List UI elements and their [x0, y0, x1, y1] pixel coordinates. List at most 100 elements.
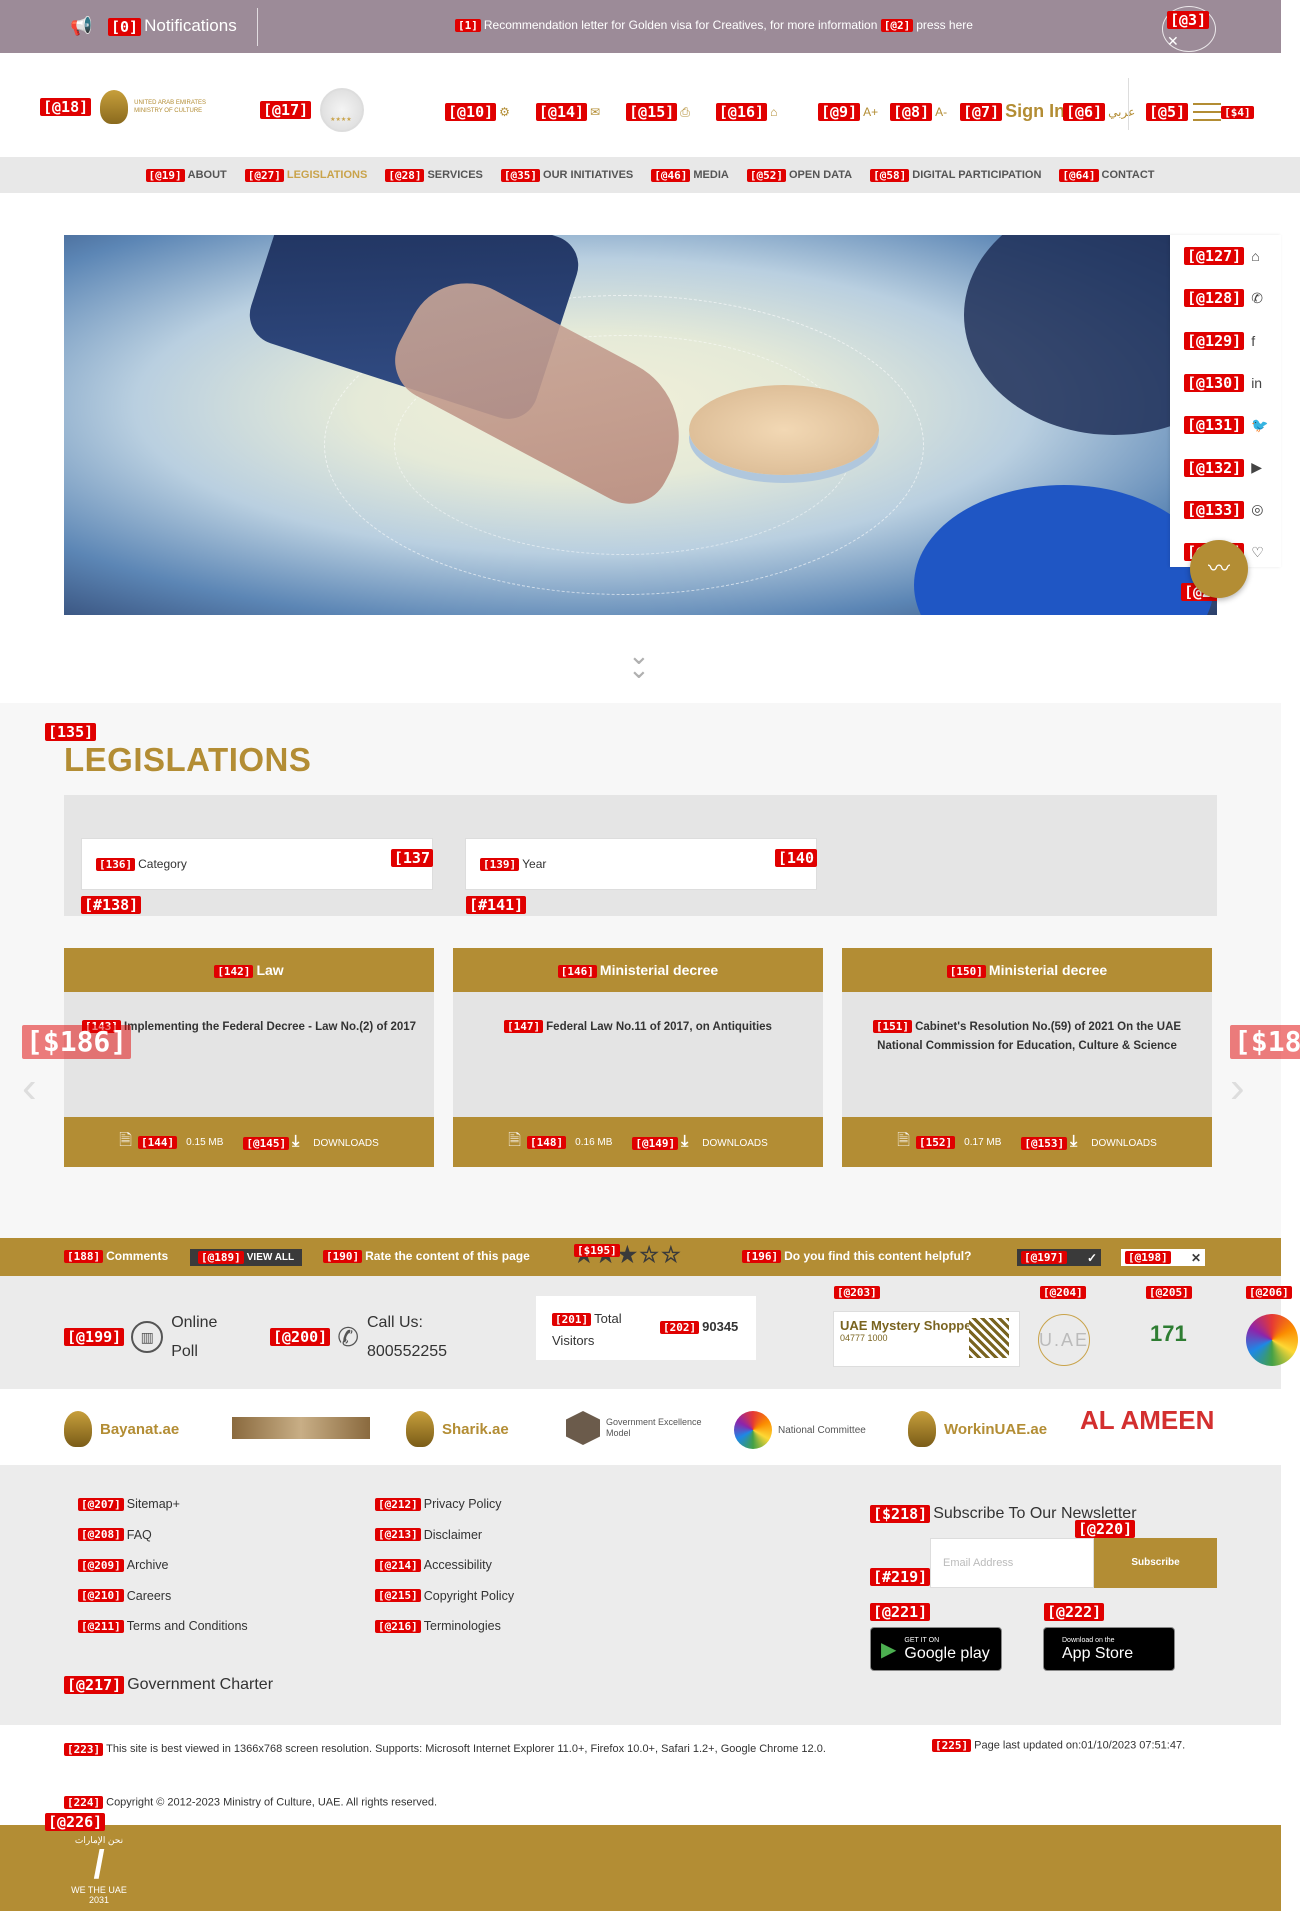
carousel-prev-button[interactable]: [$186] ‹	[22, 1025, 132, 1113]
social-sidebar: [@127] ⌂ [@128] ✆ [@129] f [@130] in [@131] 🐦 [@13…	[1170, 235, 1281, 567]
tawasul-171-link[interactable]: 171	[1150, 1321, 1187, 1347]
email-input[interactable]: Email Address	[930, 1538, 1094, 1588]
helpful-no-button[interactable]: [@198] ✕	[1121, 1249, 1205, 1266]
youtube-icon: ▶	[1251, 459, 1262, 475]
press-here-link[interactable]: press here	[916, 18, 973, 32]
nav-item-open-data[interactable]: [@52] OPEN DATA	[746, 168, 852, 182]
stars-rating-logo[interactable]: [@17]	[260, 88, 365, 132]
divider	[257, 8, 258, 46]
menu-button[interactable]: [@5] [$4]	[1146, 103, 1257, 121]
facebook-icon: f	[1251, 332, 1256, 349]
home-button[interactable]: [@16] ⌂	[715, 103, 777, 121]
footer-link-careers[interactable]: [@210] Careers	[78, 1581, 248, 1612]
footer-link-copyright-policy[interactable]: [@215] Copyright Policy	[375, 1581, 514, 1612]
government-charter-link[interactable]: [@217] Government Charter	[64, 1676, 273, 1694]
social-link-phone[interactable]: [@128] ✆	[1184, 289, 1274, 308]
nav-item-about[interactable]: [@19] ABOUT	[145, 168, 227, 182]
year-select[interactable]: [139] Year [140	[465, 838, 817, 890]
font-increase-button[interactable]: [@9] A+	[818, 103, 878, 121]
uae-portal-link[interactable]: U.AE	[1038, 1314, 1090, 1366]
mohammed-bin-rashid-link[interactable]	[232, 1417, 370, 1439]
ministry-logo[interactable]: [@18] UNITED ARAB EMIRATES MINISTRY OF C…	[40, 90, 214, 124]
nav-item-legislations[interactable]: [@27] LEGISLATIONS	[244, 168, 367, 182]
app-store-button[interactable]: Download on the App Store	[1043, 1627, 1175, 1671]
scroll-down-icon[interactable]: ⌄ ⌄	[628, 642, 650, 682]
bottom-band: [@226] نحن الإمارات / WE THE UAE 2031	[0, 1813, 1281, 1911]
bayanat-link[interactable]: Bayanat.ae	[64, 1411, 179, 1447]
star-icon[interactable]: ☆	[661, 1242, 683, 1267]
workinuae-link[interactable]: WorkinUAE.ae	[908, 1411, 1047, 1447]
accessibility-assistant-button[interactable]: 〰	[1190, 540, 1248, 598]
download-icon: ⤓	[292, 1133, 300, 1150]
social-link-instagram[interactable]: [@133] ◎	[1184, 500, 1274, 519]
sharik-link[interactable]: Sharik.ae	[406, 1411, 509, 1447]
subscribe-button[interactable]: Subscribe	[1094, 1538, 1217, 1588]
file-size: 0.17 MB	[964, 1136, 1002, 1148]
helpful-yes-button[interactable]: [@197] ✓	[1017, 1249, 1101, 1266]
partner-ring-link[interactable]	[1246, 1314, 1298, 1366]
nav-item-digital-participation[interactable]: [@58] DIGITAL PARTICIPATION	[870, 168, 1041, 182]
social-link-twitter[interactable]: [@131] 🐦	[1184, 416, 1274, 435]
card-title[interactable]: [147] Federal Law No.11 of 2017, on Antiq…	[453, 992, 823, 1117]
qr-code-icon	[969, 1318, 1009, 1358]
play-icon: ▶	[881, 1638, 897, 1661]
legislation-card[interactable]: [146] Ministerial decree [147] Federal Law …	[453, 948, 823, 1167]
star-icon[interactable]: ★	[617, 1242, 639, 1267]
home-icon: ⌂	[1251, 248, 1260, 264]
category-select[interactable]: [136] Category [137	[81, 838, 433, 890]
copyright-text: [224] Copyright © 2012-2023 Ministry of C…	[64, 1796, 437, 1809]
download-button[interactable]: [@153] ⤓ DOWNLOADS	[1021, 1133, 1157, 1151]
mystery-shopper-link[interactable]: UAE Mystery Shopper 04777 1000	[833, 1311, 1020, 1367]
star-icon[interactable]: ☆	[639, 1242, 661, 1267]
nav-item-media[interactable]: [@46] MEDIA	[651, 168, 729, 182]
settings-button[interactable]: [@10] ⚙	[445, 103, 510, 121]
carousel-next-button[interactable]: [$18 ›	[1230, 1025, 1300, 1113]
phone-icon: ✆	[1251, 289, 1263, 306]
document-icon: 🗎	[897, 1131, 911, 1149]
social-link-home[interactable]: [@127] ⌂	[1184, 247, 1274, 265]
we-the-uae-2031-logo[interactable]: نحن الإمارات / WE THE UAE 2031	[64, 1835, 134, 1905]
footer-link-sitemap[interactable]: [@207] Sitemap+	[78, 1489, 248, 1520]
site-header: [@18] UNITED ARAB EMIRATES MINISTRY OF C…	[0, 53, 1281, 157]
sign-in-button[interactable]: [@7] Sign In	[960, 101, 1065, 122]
footer-link-archive[interactable]: [@209] Archive	[78, 1550, 248, 1581]
email-button[interactable]: [@14] ✉	[535, 103, 600, 121]
view-all-button[interactable]: [@189] VIEW ALL	[190, 1249, 303, 1266]
card-type: [142] Law	[64, 948, 434, 992]
star-rating[interactable]: [$195]★★★☆☆	[574, 1242, 683, 1268]
online-poll-link[interactable]: [@199] ▥ Online Poll	[64, 1308, 231, 1366]
download-icon: ⤓	[681, 1133, 689, 1150]
download-button[interactable]: [@149] ⤓ DOWNLOADS	[632, 1133, 768, 1151]
print-button[interactable]: [@15] ⎙	[626, 103, 690, 121]
legislation-card[interactable]: [150] Ministerial decree [151] Cabinet's Re…	[842, 948, 1212, 1167]
download-button[interactable]: [@145] ⤓ DOWNLOADS	[243, 1133, 379, 1151]
filters-panel: [136] Category [137 [#138] [139] Year [140…	[64, 795, 1217, 916]
nav-item-services[interactable]: [@28] SERVICES	[385, 168, 483, 182]
nav-item-our-initiatives[interactable]: [@35] OUR INITIATIVES	[500, 168, 633, 182]
file-size: 0.15 MB	[186, 1136, 224, 1148]
footer-link-privacy-policy[interactable]: [@212] Privacy Policy	[375, 1489, 514, 1520]
language-switch[interactable]: [@6] عربي	[1063, 103, 1135, 121]
social-link-facebook[interactable]: [@129] f	[1184, 331, 1274, 350]
document-icon: 🗎	[508, 1131, 522, 1149]
social-link-linkedin[interactable]: [@130] in	[1184, 373, 1274, 392]
footer-link-faq[interactable]: [@208] FAQ	[78, 1520, 248, 1551]
social-link-youtube[interactable]: [@132] ▶	[1184, 458, 1274, 477]
uae-emblem-icon	[100, 90, 129, 124]
section-title: LEGISLATIONS	[64, 741, 312, 778]
footer-link-disclaimer[interactable]: [@213] Disclaimer	[375, 1520, 514, 1551]
call-us-link[interactable]: [@200] ✆ Call Us: 800552255	[270, 1308, 447, 1366]
government-excellence-link[interactable]: Government Excellence Model	[566, 1411, 706, 1445]
national-committee-link[interactable]: National Committee	[734, 1411, 878, 1449]
footer-link-terms-and-conditions[interactable]: [@211] Terms and Conditions	[78, 1611, 248, 1642]
footer-link-accessibility[interactable]: [@214] Accessibility	[375, 1550, 514, 1581]
close-notification-button[interactable]: [@3] ✕	[1162, 6, 1216, 52]
font-decrease-button[interactable]: [@8] A-	[890, 103, 947, 121]
nav-item-contact[interactable]: [@64] CONTACT	[1059, 168, 1155, 182]
info-strip: [@199] ▥ Online Poll [@200] ✆ Call Us: 80…	[0, 1276, 1298, 1389]
footer-link-terminologies[interactable]: [@216] Terminologies	[375, 1611, 514, 1642]
al-ameen-link[interactable]: AL AMEEN	[1080, 1405, 1214, 1436]
card-title[interactable]: [151] Cabinet's Resolution No.(59) of 202…	[842, 992, 1212, 1117]
footer: [@207] Sitemap+ [@208] FAQ [@209] Archive [@21…	[0, 1465, 1281, 1725]
google-play-button[interactable]: ▶ GET IT ON Google play	[870, 1627, 1002, 1671]
